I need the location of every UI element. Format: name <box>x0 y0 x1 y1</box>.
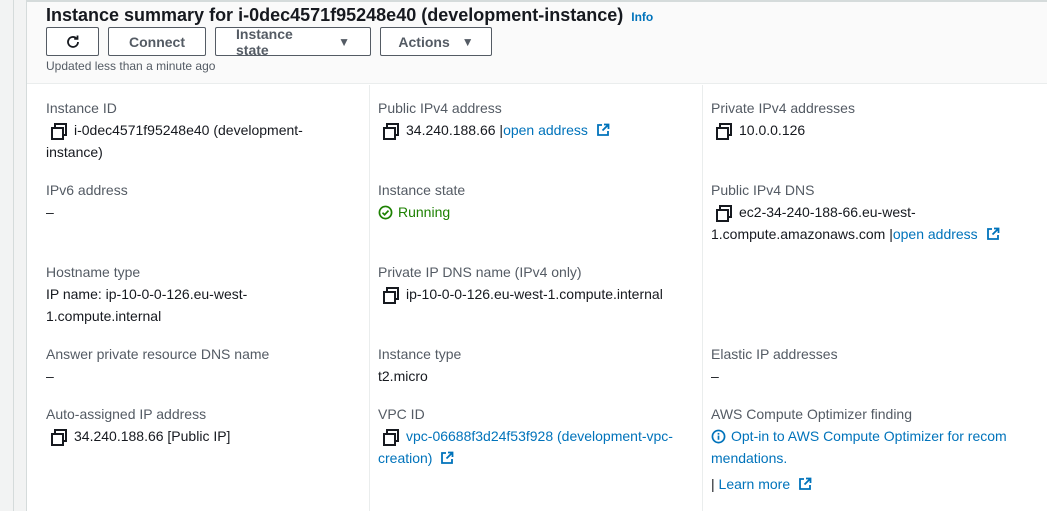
info-link[interactable]: Info <box>631 10 653 24</box>
field-public-dns: Public IPv4 DNS ec2-34-240-188-66.eu-wes… <box>711 179 1011 245</box>
copy-icon[interactable] <box>383 287 399 304</box>
field-label: Auto-assigned IP address <box>46 406 207 422</box>
field-value: i-0dec4571f95248e40 (development- instan… <box>46 119 346 163</box>
summary-header: Instance summary for i-0dec4571f95248e40… <box>27 0 1047 84</box>
column-divider <box>702 85 703 511</box>
open-address-link[interactable]: open address <box>893 226 978 242</box>
external-link-icon[interactable] <box>596 123 610 137</box>
public-ipv4-value: 34.240.188.66 <box>406 122 496 138</box>
instance-state-label: Instance state <box>236 25 293 58</box>
field-private-dns: Private IP DNS name (IPv4 only) ip-10-0-… <box>378 261 678 305</box>
field-label: Instance ID <box>46 100 117 116</box>
field-elastic-ip: Elastic IP addresses – <box>711 343 1011 387</box>
vpc-id-link[interactable]: vpc-06688f3d24f53f928 (development-vpc- <box>406 428 673 444</box>
copy-icon[interactable] <box>716 205 732 222</box>
ipv6-value: – <box>46 204 54 220</box>
actions-label: Actions <box>398 33 450 50</box>
field-vpc-id: VPC ID vpc-06688f3d24f53f928 (developmen… <box>378 403 698 469</box>
copy-icon[interactable] <box>383 123 399 140</box>
refresh-button[interactable] <box>46 27 99 56</box>
hostname-value: IP name: ip-10-0-0-126.eu-west- <box>46 286 248 302</box>
field-label: Public IPv4 address <box>378 100 502 116</box>
field-hostname-type: Hostname type IP name: ip-10-0-0-126.eu-… <box>46 261 346 327</box>
optimizer-opt-in-link[interactable]: Opt-in to AWS Compute Optimizer for reco… <box>731 428 1007 444</box>
status-running: Running <box>378 201 678 223</box>
open-address-link[interactable]: open address <box>503 122 588 138</box>
copy-icon[interactable] <box>51 123 67 140</box>
learn-more-link[interactable]: Learn more <box>719 476 791 492</box>
details-grid: Instance ID i-0dec4571f95248e40 (develop… <box>27 85 1047 511</box>
field-label: Private IPv4 addresses <box>711 100 855 116</box>
private-dns-value: ip-10-0-0-126.eu-west-1.compute.internal <box>406 286 663 302</box>
field-label: Answer private resource DNS name <box>46 346 270 362</box>
auto-ip-value: 34.240.188.66 [Public IP] <box>74 428 231 444</box>
rail-divider <box>13 0 14 511</box>
title-row: Instance summary for i-0dec4571f95248e40… <box>46 5 653 26</box>
instance-id-value-cont: instance) <box>46 144 103 160</box>
field-instance-type: Instance type t2.micro <box>378 343 678 387</box>
column-divider <box>369 85 370 511</box>
field-auto-ip: Auto-assigned IP address 34.240.188.66 [… <box>46 403 346 447</box>
field-instance-id: Instance ID i-0dec4571f95248e40 (develop… <box>46 97 346 163</box>
updated-text: Updated less than a minute ago <box>46 59 216 73</box>
connect-button[interactable]: Connect <box>108 27 206 56</box>
field-label: AWS Compute Optimizer finding <box>711 406 912 422</box>
page-title: Instance summary for i-0dec4571f95248e40… <box>46 5 624 25</box>
field-public-ipv4: Public IPv4 address 34.240.188.66 |open … <box>378 97 678 141</box>
hostname-value-cont: 1.compute.internal <box>46 308 162 324</box>
separator: | <box>711 476 715 492</box>
field-label: Instance state <box>378 182 466 198</box>
external-link-icon[interactable] <box>986 227 1000 241</box>
field-value: 34.240.188.66 |open address <box>378 119 678 141</box>
external-link-icon[interactable] <box>440 451 454 465</box>
field-value: Opt-in to AWS Compute Optimizer for reco… <box>711 425 1041 469</box>
field-label: IPv6 address <box>46 182 128 198</box>
field-value: IP name: ip-10-0-0-126.eu-west- 1.comput… <box>46 283 346 327</box>
field-answer-dns: Answer private resource DNS name – <box>46 343 346 387</box>
toolbar: Connect Instance state ▼ Actions ▼ <box>46 25 492 58</box>
field-value: ip-10-0-0-126.eu-west-1.compute.internal <box>378 283 678 305</box>
field-label: Instance type <box>378 346 462 362</box>
field-value: ec2-34-240-188-66.eu-west- 1.compute.ama… <box>711 201 1011 245</box>
field-label: Private IP DNS name (IPv4 only) <box>378 264 582 280</box>
instance-id-value: i-0dec4571f95248e40 (development- <box>74 122 303 138</box>
copy-icon[interactable] <box>51 429 67 446</box>
public-dns-value: ec2-34-240-188-66.eu-west- <box>739 204 916 220</box>
vpc-id-link-cont[interactable]: creation) <box>378 450 432 466</box>
refresh-icon <box>66 35 79 48</box>
copy-icon[interactable] <box>383 429 399 446</box>
field-label: Public IPv4 DNS <box>711 182 815 198</box>
answer-dns-value: – <box>46 368 54 384</box>
field-instance-state: Instance state Running <box>378 179 678 223</box>
field-value: 10.0.0.126 <box>711 119 1011 141</box>
learn-more-row: | Learn more <box>711 473 1041 495</box>
external-link-icon[interactable] <box>798 477 812 491</box>
field-value: 34.240.188.66 [Public IP] <box>46 425 346 447</box>
actions-button[interactable]: Actions ▼ <box>380 27 492 56</box>
private-ipv4-value: 10.0.0.126 <box>739 122 806 138</box>
optimizer-opt-in-link-cont[interactable]: mendations. <box>711 450 787 466</box>
field-compute-optimizer: AWS Compute Optimizer finding Opt-in to … <box>711 403 1041 495</box>
info-circle-icon <box>711 429 726 444</box>
public-dns-value-cont: 1.compute.amazonaws.com <box>711 226 886 242</box>
instance-state-button[interactable]: Instance state ▼ <box>215 25 371 58</box>
instance-state-value: Running <box>398 204 451 220</box>
check-circle-icon <box>378 205 393 220</box>
left-rail <box>0 0 27 511</box>
field-label: VPC ID <box>378 406 425 422</box>
copy-icon[interactable] <box>716 123 732 140</box>
field-private-ipv4: Private IPv4 addresses 10.0.0.126 <box>711 97 1011 141</box>
field-ipv6: IPv6 address – <box>46 179 346 223</box>
field-value: vpc-06688f3d24f53f928 (development-vpc- … <box>378 425 698 469</box>
field-label: Hostname type <box>46 264 141 280</box>
elastic-ip-value: – <box>711 368 719 384</box>
field-label: Elastic IP addresses <box>711 346 838 362</box>
caret-down-icon: ▼ <box>461 34 474 49</box>
instance-type-value: t2.micro <box>378 368 428 384</box>
caret-down-icon: ▼ <box>338 34 350 49</box>
